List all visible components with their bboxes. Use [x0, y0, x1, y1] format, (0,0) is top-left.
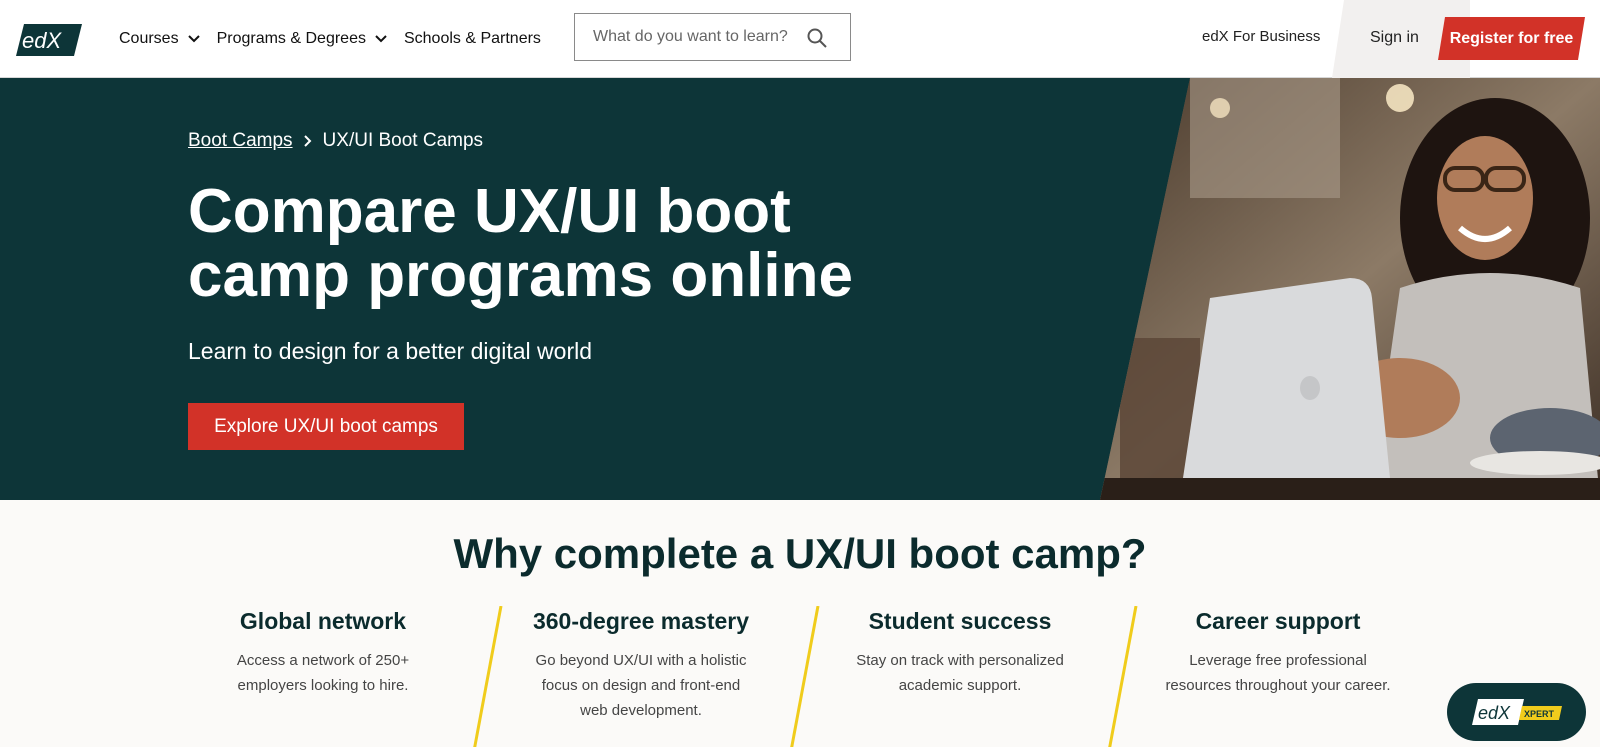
edx-for-business-link[interactable]: edX For Business — [1202, 28, 1320, 45]
divider-slash — [790, 606, 820, 747]
search-box — [574, 13, 851, 61]
search-input[interactable] — [575, 28, 795, 46]
chevron-down-icon — [375, 35, 387, 43]
breadcrumb: Boot Camps UX/UI Boot Camps — [188, 130, 483, 152]
edx-logo[interactable]: edX — [16, 22, 82, 58]
xpert-chat-button[interactable]: edX XPERT — [1447, 683, 1586, 741]
search-icon[interactable] — [806, 27, 828, 49]
feature-title: Global network — [239, 608, 407, 634]
hero-banner: Boot Camps UX/UI Boot Camps Compare UX/U… — [0, 78, 1600, 500]
breadcrumb-boot-camps-link[interactable]: Boot Camps — [188, 130, 293, 152]
site-header: edX Courses Programs & Degrees Schools &… — [0, 0, 1600, 78]
divider-slash — [1108, 606, 1138, 747]
chevron-right-icon — [303, 135, 311, 147]
feature-career-support: Career support Leverage free professiona… — [1163, 606, 1393, 698]
feature-global-network: Global network Access a network of 250+ … — [208, 606, 438, 698]
signin-link[interactable]: Sign in — [1370, 29, 1419, 47]
page-title: Compare UX/UI boot camp programs online — [188, 180, 948, 308]
section-title: Why complete a UX/UI boot camp? — [453, 530, 1147, 577]
feature-description: Go beyond UX/UI with a holistic focus on… — [535, 652, 747, 719]
feature-360-mastery: 360-degree mastery Go beyond UX/UI with … — [526, 606, 756, 723]
main-nav: Courses Programs & Degrees Schools & Par… — [119, 0, 557, 78]
chevron-down-icon — [187, 35, 200, 43]
hero-photo — [1100, 78, 1600, 500]
svg-text:XPERT: XPERT — [1524, 709, 1555, 719]
xpert-logo: edX XPERT — [1471, 699, 1562, 725]
feature-title: 360-degree mastery — [532, 608, 750, 634]
svg-text:edX: edX — [1478, 703, 1511, 723]
feature-title: Career support — [1195, 608, 1361, 634]
nav-programs-label: Programs & Degrees — [216, 30, 366, 47]
svg-text:edX: edX — [22, 28, 62, 53]
feature-description: Leverage free professional resources thr… — [1165, 652, 1391, 694]
page-title-line1: Compare UX/UI boot — [188, 177, 791, 246]
nav-courses-label: Courses — [119, 30, 179, 47]
nav-schools-label: Schools & Partners — [403, 30, 541, 47]
explore-boot-camps-button[interactable]: Explore UX/UI boot camps — [188, 403, 464, 450]
divider-slash — [473, 606, 503, 747]
feature-student-success: Student success Stay on track with perso… — [845, 606, 1075, 698]
page-title-line2: camp programs online — [188, 241, 853, 310]
nav-courses[interactable]: Courses — [119, 30, 201, 48]
nav-programs-degrees[interactable]: Programs & Degrees — [217, 30, 388, 48]
hero-subtitle: Learn to design for a better digital wor… — [188, 338, 593, 364]
feature-description: Access a network of 250+ employers looki… — [236, 652, 410, 694]
register-button[interactable]: Register for free — [1438, 17, 1585, 60]
feature-title: Student success — [868, 608, 1052, 634]
nav-schools-partners[interactable]: Schools & Partners — [404, 30, 541, 48]
feature-description: Stay on track with personalized academic… — [856, 652, 1064, 694]
breadcrumb-current: UX/UI Boot Camps — [322, 130, 484, 151]
